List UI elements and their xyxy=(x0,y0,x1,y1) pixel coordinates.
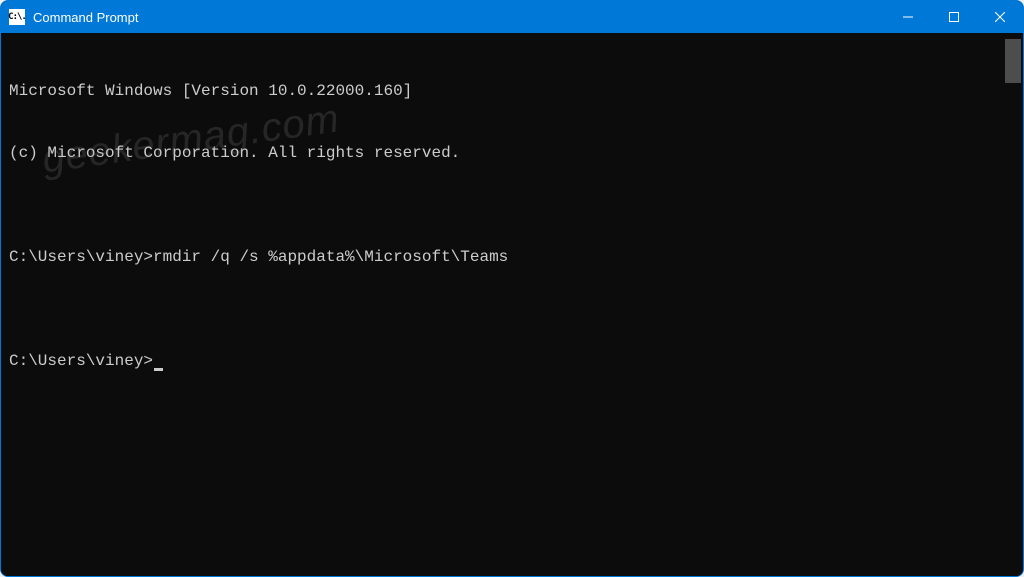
minimize-button[interactable] xyxy=(885,1,931,33)
vertical-scrollbar[interactable] xyxy=(1005,39,1021,83)
titlebar[interactable]: C:\. Command Prompt xyxy=(1,1,1023,33)
minimize-icon xyxy=(903,12,913,22)
close-button[interactable] xyxy=(977,1,1023,33)
window-title: Command Prompt xyxy=(33,10,138,25)
terminal-line: Microsoft Windows [Version 10.0.22000.16… xyxy=(9,81,1015,102)
terminal-line: (c) Microsoft Corporation. All rights re… xyxy=(9,143,1015,164)
cursor-icon xyxy=(154,368,163,371)
command-prompt-window: C:\. Command Prompt Microsoft Windows [V… xyxy=(0,0,1024,577)
watermark-text: geekermag.com xyxy=(39,92,343,185)
maximize-button[interactable] xyxy=(931,1,977,33)
terminal-line: C:\Users\viney>rmdir /q /s %appdata%\Mic… xyxy=(9,247,1015,268)
terminal-output[interactable]: Microsoft Windows [Version 10.0.22000.16… xyxy=(1,33,1023,576)
terminal-prompt-line: C:\Users\viney> xyxy=(9,351,1015,372)
terminal-prompt: C:\Users\viney> xyxy=(9,352,153,370)
window-controls xyxy=(885,1,1023,33)
close-icon xyxy=(995,12,1005,22)
maximize-icon xyxy=(949,12,959,22)
command-prompt-icon: C:\. xyxy=(9,9,25,25)
